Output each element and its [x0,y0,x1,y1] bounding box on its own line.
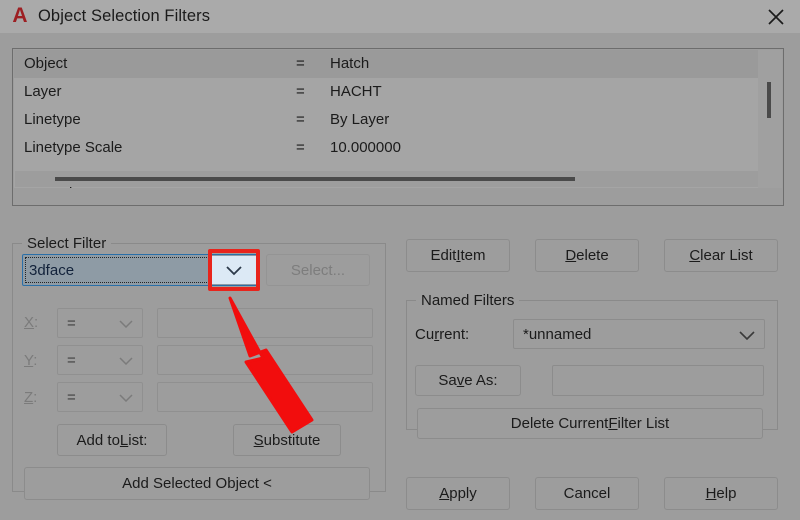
delete-button[interactable]: Delete [535,239,639,272]
add-selected-object-button[interactable]: Add Selected Object < [24,467,370,500]
coord-operator-x[interactable]: = [57,308,143,338]
current-filter-combobox[interactable]: *unnamed [513,319,765,349]
filter-value: Hatch [330,55,370,72]
current-filter-value: *unnamed [523,325,592,343]
filter-operator: = [296,111,305,128]
filter-operator: = [296,139,305,156]
object-type-dropdown-button[interactable] [212,256,256,284]
autocad-logo-icon: A [12,4,28,27]
coord-value-z[interactable] [157,382,373,412]
coord-label-z: Z: [24,389,38,406]
filter-list[interactable]: Object = Hatch Layer = HACHT Linetype = … [14,50,758,188]
save-as-button[interactable]: Sa v e As: [415,365,521,396]
chevron-down-icon [119,357,133,365]
object-type-value: 3dface [29,261,75,279]
window-title: Object Selection Filters [38,7,211,25]
help-button[interactable]: Help [664,477,778,510]
object-type-combobox[interactable]: 3dface [22,254,258,286]
chevron-down-icon [739,331,755,340]
named-filters-group-title: Named Filters [416,292,520,309]
table-row[interactable]: Layer = HACHT [14,78,758,106]
table-row[interactable]: Object = Hatch [14,50,758,78]
filter-value: HACHT [330,83,382,100]
apply-button[interactable]: Apply [406,477,510,510]
coord-operator-x-value: = [67,314,76,332]
filter-value: By Layer [330,111,390,128]
title-bar: A Object Selection Filters [0,0,800,33]
chevron-down-icon [119,320,133,328]
select-filter-group-title: Select Filter [22,235,112,252]
edit-item-button[interactable]: Edit Item [406,239,510,272]
filter-operator: = [296,83,305,100]
chevron-down-icon [119,394,133,402]
filter-value: 10.000000 [330,139,401,156]
delete-current-filter-list-button[interactable]: Delete Current Filter List [417,408,763,439]
filter-property: Linetype [24,111,81,128]
chevron-down-icon [226,265,242,275]
filter-property: Linetype Scale [24,139,123,156]
coord-operator-y-value: = [67,351,76,369]
coord-operator-z[interactable]: = [57,382,143,412]
table-row[interactable]: Linetype = By Layer [14,106,758,134]
filter-property: Object [24,55,68,72]
filter-list-panel[interactable]: Object = Hatch Layer = HACHT Linetype = … [12,48,784,206]
coord-label-y: Y: [24,352,38,369]
substitute-button[interactable]: Substitute [233,424,341,456]
coord-label-x: X: [24,314,39,331]
vertical-scrollbar[interactable] [758,50,782,188]
titlebar-separator [0,33,800,40]
coord-operator-z-value: = [67,388,76,406]
add-to-list-button[interactable]: Add to List: [57,424,167,456]
close-button[interactable] [752,0,800,33]
horizontal-scrollbar-thumb[interactable] [55,177,575,181]
horizontal-scrollbar[interactable] [15,171,758,187]
current-label: Current: [415,326,470,343]
close-icon [768,9,784,25]
vertical-scrollbar-thumb[interactable] [767,82,771,118]
clear-list-button[interactable]: Clear List [664,239,778,272]
filter-property: Layer [24,83,62,100]
select-button: Select... [266,254,370,286]
filter-operator: = [296,55,305,72]
coord-value-x[interactable] [157,308,373,338]
save-as-input[interactable] [552,365,764,396]
table-row[interactable]: Linetype Scale = 10.000000 [14,134,758,162]
coord-value-y[interactable] [157,345,373,375]
coord-operator-y[interactable]: = [57,345,143,375]
cancel-button[interactable]: Cancel [535,477,639,510]
